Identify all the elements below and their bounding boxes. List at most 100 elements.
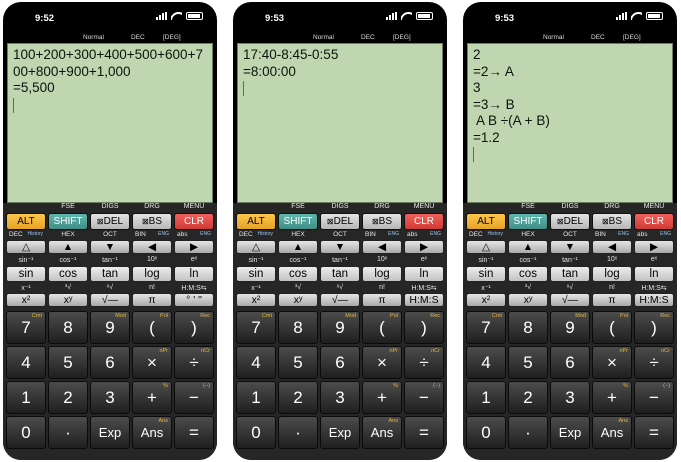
plus-button[interactable]: +% <box>132 381 172 414</box>
lcd-display[interactable]: 2 =2→ A 3 =3→ B A B ÷(A + B) =1.2 <box>467 43 673 203</box>
tan-button[interactable]: tan <box>90 266 130 282</box>
equals-button[interactable]: = <box>404 416 444 449</box>
key-4[interactable]: 4 <box>6 346 46 379</box>
key-7[interactable]: 7 Cmt <box>6 311 46 344</box>
key-7[interactable]: 7 Cmt <box>466 311 506 344</box>
close-paren-button[interactable]: ) Rec <box>174 311 214 344</box>
shift-button[interactable]: SHIFT <box>278 213 318 230</box>
sin-button[interactable]: sin <box>6 266 46 282</box>
backspace-button[interactable]: ⊠ BS <box>592 213 632 230</box>
open-paren-button[interactable]: (Pol <box>592 311 632 344</box>
log-button[interactable]: log <box>592 266 632 282</box>
key-2[interactable]: 2 <box>278 381 318 414</box>
right-arrow-button[interactable]: ▶ <box>404 240 444 254</box>
plus-button[interactable]: +% <box>592 381 632 414</box>
lcd-display[interactable]: 17:40-8:45-0:55 =8:00:00 <box>237 43 443 203</box>
log-button[interactable]: log <box>362 266 402 282</box>
sqrt-button[interactable]: √— <box>90 293 130 307</box>
key-9[interactable]: 9 Mod <box>90 311 130 344</box>
cos-button[interactable]: cos <box>278 266 318 282</box>
decimal-point-button[interactable]: · <box>278 416 318 449</box>
left-arrow-button[interactable]: ◀ <box>592 240 632 254</box>
shift-button[interactable]: SHIFT <box>508 213 548 230</box>
clear-button[interactable]: CLR <box>634 213 674 230</box>
key-9[interactable]: 9 Mod <box>320 311 360 344</box>
key-5[interactable]: 5 <box>48 346 88 379</box>
hms-button[interactable]: H:M:S <box>404 293 444 307</box>
divide-button[interactable]: ÷ nCr <box>404 346 444 379</box>
exp-button[interactable]: Exp <box>320 416 360 449</box>
key-0[interactable]: 0 <box>466 416 506 449</box>
key-6[interactable]: 6 <box>320 346 360 379</box>
open-paren-button[interactable]: (Pol <box>362 311 402 344</box>
power-button[interactable]: xʸ <box>278 293 318 307</box>
open-paren-button[interactable]: (Pol <box>132 311 172 344</box>
key-3[interactable]: 3 <box>550 381 590 414</box>
del-button[interactable]: ⊠ DEL <box>90 213 130 230</box>
alt-button[interactable]: ALT <box>6 213 46 230</box>
key-4[interactable]: 4 <box>236 346 276 379</box>
power-button[interactable]: xʸ <box>508 293 548 307</box>
alt-button[interactable]: ALT <box>236 213 276 230</box>
del-button[interactable]: ⊠ DEL <box>550 213 590 230</box>
shift-button[interactable]: SHIFT <box>48 213 88 230</box>
sin-button[interactable]: sin <box>466 266 506 282</box>
up-outline-button[interactable]: △ <box>236 240 276 254</box>
key-6[interactable]: 6 <box>550 346 590 379</box>
right-arrow-button[interactable]: ▶ <box>634 240 674 254</box>
key-0[interactable]: 0 <box>6 416 46 449</box>
ans-button[interactable]: Ans Ans <box>132 416 172 449</box>
up-arrow-button[interactable]: ▲ <box>278 240 318 254</box>
key-5[interactable]: 5 <box>278 346 318 379</box>
clear-button[interactable]: CLR <box>404 213 444 230</box>
square-button[interactable]: x² <box>466 293 506 307</box>
square-button[interactable]: x² <box>236 293 276 307</box>
right-arrow-button[interactable]: ▶ <box>174 240 214 254</box>
minus-button[interactable]: − (−) <box>404 381 444 414</box>
multiply-button[interactable]: × nPr <box>362 346 402 379</box>
key-2[interactable]: 2 <box>508 381 548 414</box>
ans-button[interactable]: Ans Ans <box>592 416 632 449</box>
key-8[interactable]: 8 <box>48 311 88 344</box>
exp-button[interactable]: Exp <box>550 416 590 449</box>
up-outline-button[interactable]: △ <box>466 240 506 254</box>
ln-button[interactable]: ln <box>404 266 444 282</box>
key-2[interactable]: 2 <box>48 381 88 414</box>
del-button[interactable]: ⊠ DEL <box>320 213 360 230</box>
key-8[interactable]: 8 <box>278 311 318 344</box>
up-outline-button[interactable]: △ <box>6 240 46 254</box>
exp-button[interactable]: Exp <box>90 416 130 449</box>
close-paren-button[interactable]: ) Rec <box>404 311 444 344</box>
key-3[interactable]: 3 <box>90 381 130 414</box>
key-1[interactable]: 1 <box>466 381 506 414</box>
lcd-display[interactable]: 100+200+300+400+500+600+700+800+900+1,00… <box>7 43 213 203</box>
hms-button[interactable]: H:M:S <box>634 293 674 307</box>
sqrt-button[interactable]: √— <box>320 293 360 307</box>
sqrt-button[interactable]: √— <box>550 293 590 307</box>
key-6[interactable]: 6 <box>90 346 130 379</box>
key-8[interactable]: 8 <box>508 311 548 344</box>
square-button[interactable]: x² <box>6 293 46 307</box>
key-0[interactable]: 0 <box>236 416 276 449</box>
ln-button[interactable]: ln <box>634 266 674 282</box>
left-arrow-button[interactable]: ◀ <box>132 240 172 254</box>
clear-button[interactable]: CLR <box>174 213 214 230</box>
backspace-button[interactable]: ⊠ BS <box>132 213 172 230</box>
divide-button[interactable]: ÷ nCr <box>634 346 674 379</box>
up-arrow-button[interactable]: ▲ <box>508 240 548 254</box>
pi-button[interactable]: π <box>132 293 172 307</box>
plus-button[interactable]: +% <box>362 381 402 414</box>
key-5[interactable]: 5 <box>508 346 548 379</box>
minus-button[interactable]: − (−) <box>634 381 674 414</box>
divide-button[interactable]: ÷ nCr <box>174 346 214 379</box>
key-4[interactable]: 4 <box>466 346 506 379</box>
equals-button[interactable]: = <box>174 416 214 449</box>
down-arrow-button[interactable]: ▼ <box>90 240 130 254</box>
backspace-button[interactable]: ⊠ BS <box>362 213 402 230</box>
pi-button[interactable]: π <box>362 293 402 307</box>
down-arrow-button[interactable]: ▼ <box>550 240 590 254</box>
key-7[interactable]: 7 Cmt <box>236 311 276 344</box>
close-paren-button[interactable]: ) Rec <box>634 311 674 344</box>
decimal-point-button[interactable]: · <box>508 416 548 449</box>
tan-button[interactable]: tan <box>550 266 590 282</box>
